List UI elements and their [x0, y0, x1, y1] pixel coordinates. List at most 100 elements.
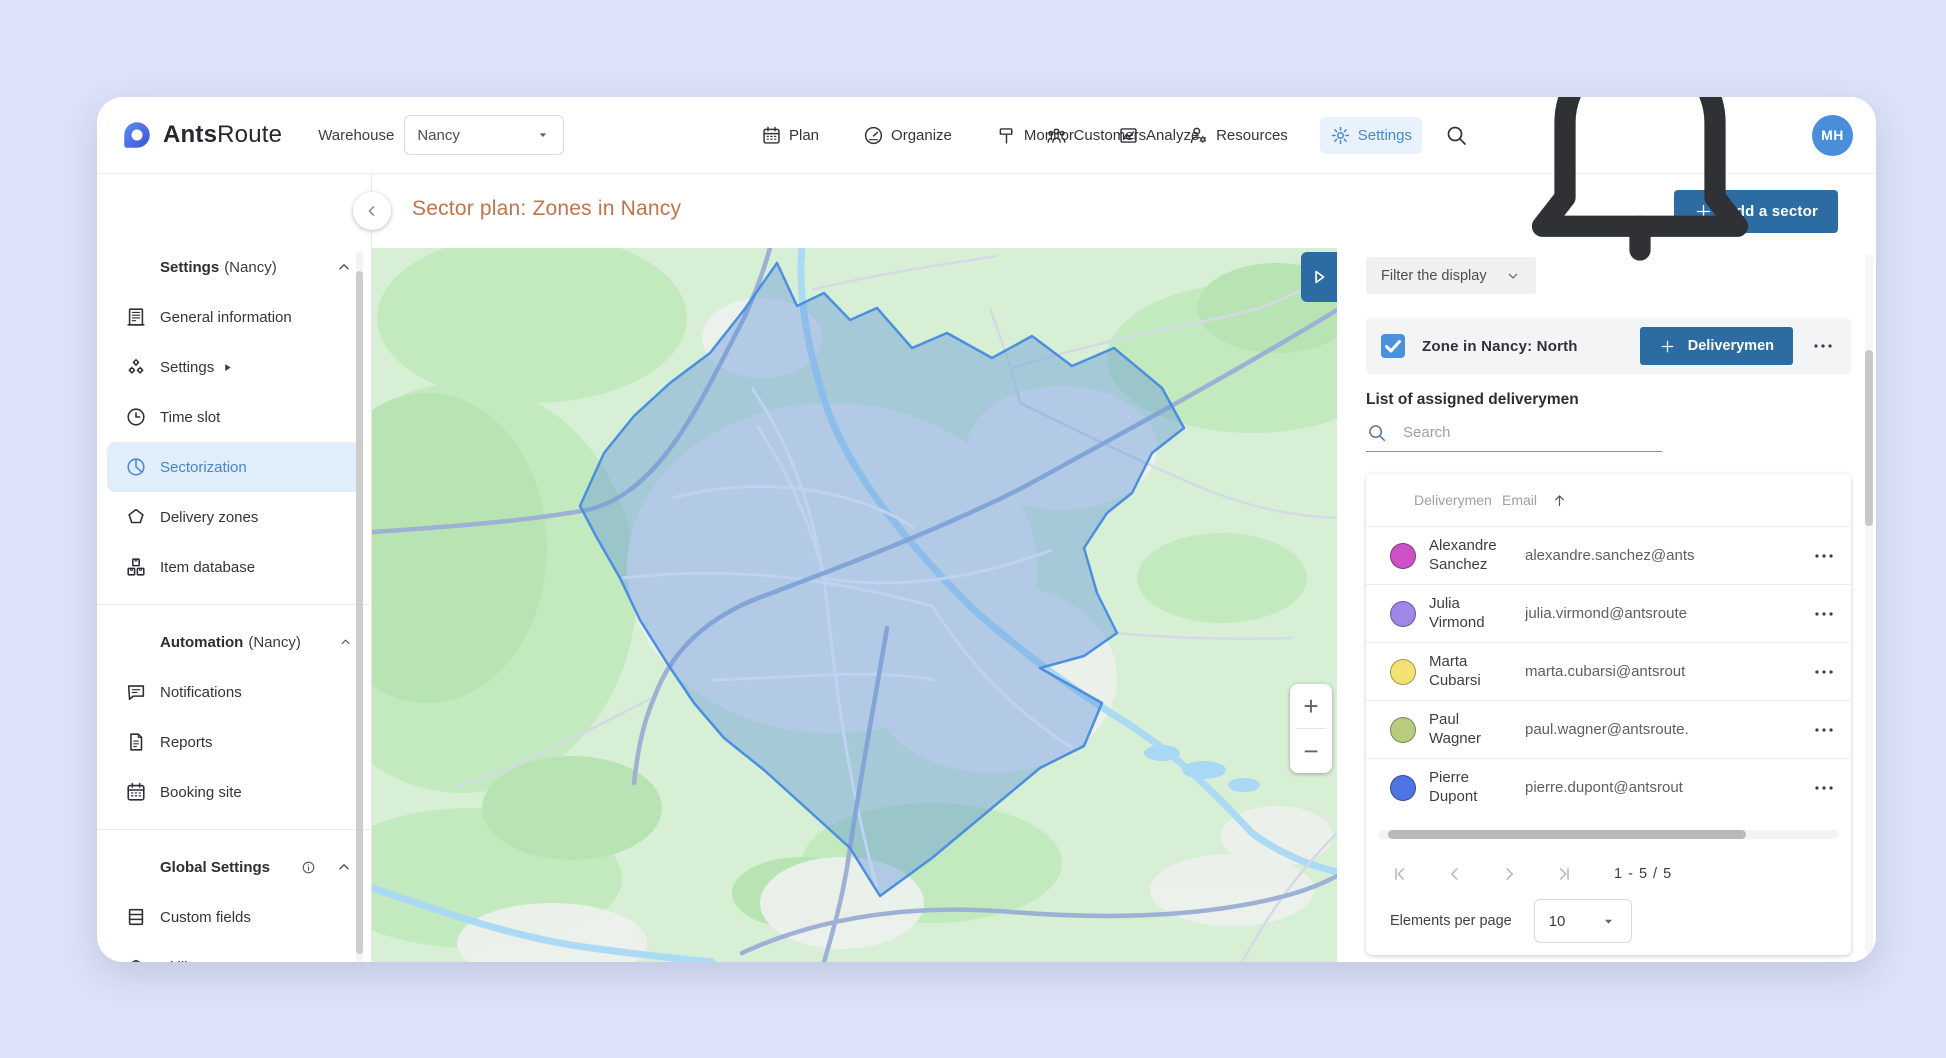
- column-deliverymen[interactable]: Deliverymen: [1366, 492, 1502, 508]
- info-icon: [273, 460, 288, 475]
- navbar-item[interactable]: Settings: [1320, 117, 1422, 154]
- chevron-up-icon: [333, 783, 351, 801]
- user-avatar[interactable]: MH: [1812, 115, 1853, 156]
- submenu-arrow-icon: [259, 912, 270, 923]
- submenu-arrow-icon: [222, 362, 233, 373]
- sidebar-item[interactable]: Delivery zones: [107, 492, 361, 542]
- panel-scrollbar-thumb[interactable]: [1865, 350, 1873, 526]
- chevron-up-icon: [333, 733, 351, 751]
- search-icon[interactable]: [1444, 123, 1468, 147]
- info-icon: [268, 785, 283, 800]
- pagination-range: 1 - 5 / 5: [1614, 866, 1672, 882]
- per-page-value: 10: [1549, 913, 1566, 930]
- previous-page-button[interactable]: [1444, 863, 1466, 885]
- chevron-up-icon: [333, 458, 351, 476]
- sidebar-item[interactable]: Notifications: [107, 667, 361, 717]
- sidebar-item[interactable]: Automation (Nancy): [97, 617, 371, 667]
- deliveryman-row[interactable]: PierreDupont pierre.dupont@antsrout: [1366, 758, 1851, 816]
- zoom-in-button[interactable]: +: [1290, 684, 1332, 728]
- sidebar-item[interactable]: Settings (Nancy): [97, 242, 371, 292]
- zone-checkbox[interactable]: [1381, 334, 1405, 358]
- deliveryman-row[interactable]: AlexandreSanchez alexandre.sanchez@ants: [1366, 526, 1851, 584]
- row-more-menu[interactable]: [1811, 775, 1837, 801]
- navbar-item[interactable]: Customers: [1036, 117, 1157, 154]
- first-name: Alexandre: [1429, 537, 1525, 556]
- submenu-arrow-icon: [300, 312, 311, 323]
- warehouse-select[interactable]: Nancy: [404, 115, 564, 155]
- menu-item[interactable]: Organize: [863, 125, 952, 146]
- antsroute-logo-text: AntsRoute: [163, 121, 282, 149]
- sidebar-section-title: Automation: [160, 634, 243, 651]
- notifications-bell[interactable]: 35: [1490, 97, 1790, 285]
- sidebar-item[interactable]: Reports: [107, 717, 361, 767]
- row-more-menu[interactable]: [1811, 659, 1837, 685]
- row-more-menu[interactable]: [1811, 717, 1837, 743]
- sidebar-item-icon: [125, 631, 147, 653]
- back-button[interactable]: [353, 192, 391, 230]
- sidebar-item-label: Custom fields: [160, 909, 251, 926]
- deliveryman-row[interactable]: PaulWagner paul.wagner@antsroute.: [1366, 700, 1851, 758]
- row-more-menu[interactable]: [1811, 601, 1837, 627]
- panel-scrollbar[interactable]: [1865, 254, 1873, 956]
- search-input[interactable]: [1401, 423, 1662, 442]
- zone-title: Zone in Nancy: North: [1422, 338, 1578, 355]
- deliveryman-row[interactable]: MartaCubarsi marta.cubarsi@antsrout: [1366, 642, 1851, 700]
- navbar-item[interactable]: Resources: [1178, 117, 1298, 154]
- sidebar-item[interactable]: Custom fields: [107, 892, 361, 942]
- warehouse-value: Nancy: [417, 127, 460, 144]
- per-page-select[interactable]: 10: [1534, 899, 1632, 943]
- sidebar-item[interactable]: Time slot: [107, 392, 361, 442]
- sidebar-item-label: Reports: [160, 734, 213, 751]
- chevron-up-icon: [338, 633, 353, 651]
- chevron-up-icon: [333, 508, 351, 526]
- sidebar-item[interactable]: Item database: [107, 542, 361, 592]
- per-page-label: Elements per page: [1390, 913, 1512, 929]
- zoom-out-button[interactable]: −: [1290, 729, 1332, 773]
- sidebar-scrollbar[interactable]: [356, 251, 363, 962]
- caret-down-icon: [1600, 913, 1617, 930]
- sidebar-item[interactable]: Booking site: [107, 767, 361, 817]
- table-horizontal-scrollbar[interactable]: [1378, 830, 1839, 839]
- sidebar-item[interactable]: [97, 829, 371, 830]
- last-page-button[interactable]: [1552, 863, 1574, 885]
- sidebar-item-label: Time slot: [160, 409, 220, 426]
- sidebar-item[interactable]: Global Settings: [97, 842, 371, 892]
- navbar-item-label: Customers: [1074, 127, 1147, 144]
- sidebar-section-suffix: (Nancy): [248, 634, 301, 651]
- info-icon: [318, 310, 333, 325]
- chevron-up-icon: [333, 308, 351, 326]
- deliveryman-color-avatar: [1390, 775, 1416, 801]
- sidebar-item[interactable]: Skills: [107, 942, 361, 962]
- scrollbar-thumb[interactable]: [1388, 830, 1746, 839]
- chevron-up-icon: [333, 683, 351, 701]
- antsroute-logo[interactable]: AntsRoute: [120, 118, 282, 152]
- info-icon: [240, 360, 255, 375]
- add-deliverymen-button[interactable]: Deliverymen: [1640, 327, 1793, 365]
- submenu-arrow-icon: [255, 462, 266, 473]
- sidebar-item-icon: [125, 781, 147, 803]
- next-page-button[interactable]: [1498, 863, 1520, 885]
- menu-item[interactable]: Plan: [761, 125, 819, 146]
- first-name: Julia: [1429, 595, 1525, 614]
- sidebar-item[interactable]: Sectorization: [107, 442, 361, 492]
- sidebar-item[interactable]: [97, 604, 371, 605]
- sidebar-item[interactable]: General information: [107, 292, 361, 342]
- menu-item-icon: [761, 125, 782, 146]
- navbar-item-label: Resources: [1216, 127, 1288, 144]
- column-email[interactable]: Email: [1502, 492, 1568, 509]
- chevron-up-icon: [333, 958, 351, 962]
- sidebar-item[interactable]: Settings: [107, 342, 361, 392]
- deliveryman-name: AlexandreSanchez: [1429, 537, 1525, 575]
- zone-more-menu[interactable]: [1810, 333, 1836, 359]
- deliveryman-row[interactable]: JuliaVirmond julia.virmond@antsroute: [1366, 584, 1851, 642]
- sidebar-scrollbar-thumb[interactable]: [356, 271, 363, 954]
- first-page-button[interactable]: [1390, 863, 1412, 885]
- submenu-arrow-icon: [250, 787, 261, 798]
- row-more-menu[interactable]: [1811, 543, 1837, 569]
- submenu-arrow-icon: [203, 962, 214, 963]
- search-icon: [1366, 422, 1387, 443]
- map-canvas[interactable]: + −: [372, 248, 1337, 962]
- sector-zone-polygon[interactable]: [580, 263, 1184, 896]
- map-labels-layer: [372, 248, 1337, 962]
- sidebar-item-label: Delivery zones: [160, 509, 258, 526]
